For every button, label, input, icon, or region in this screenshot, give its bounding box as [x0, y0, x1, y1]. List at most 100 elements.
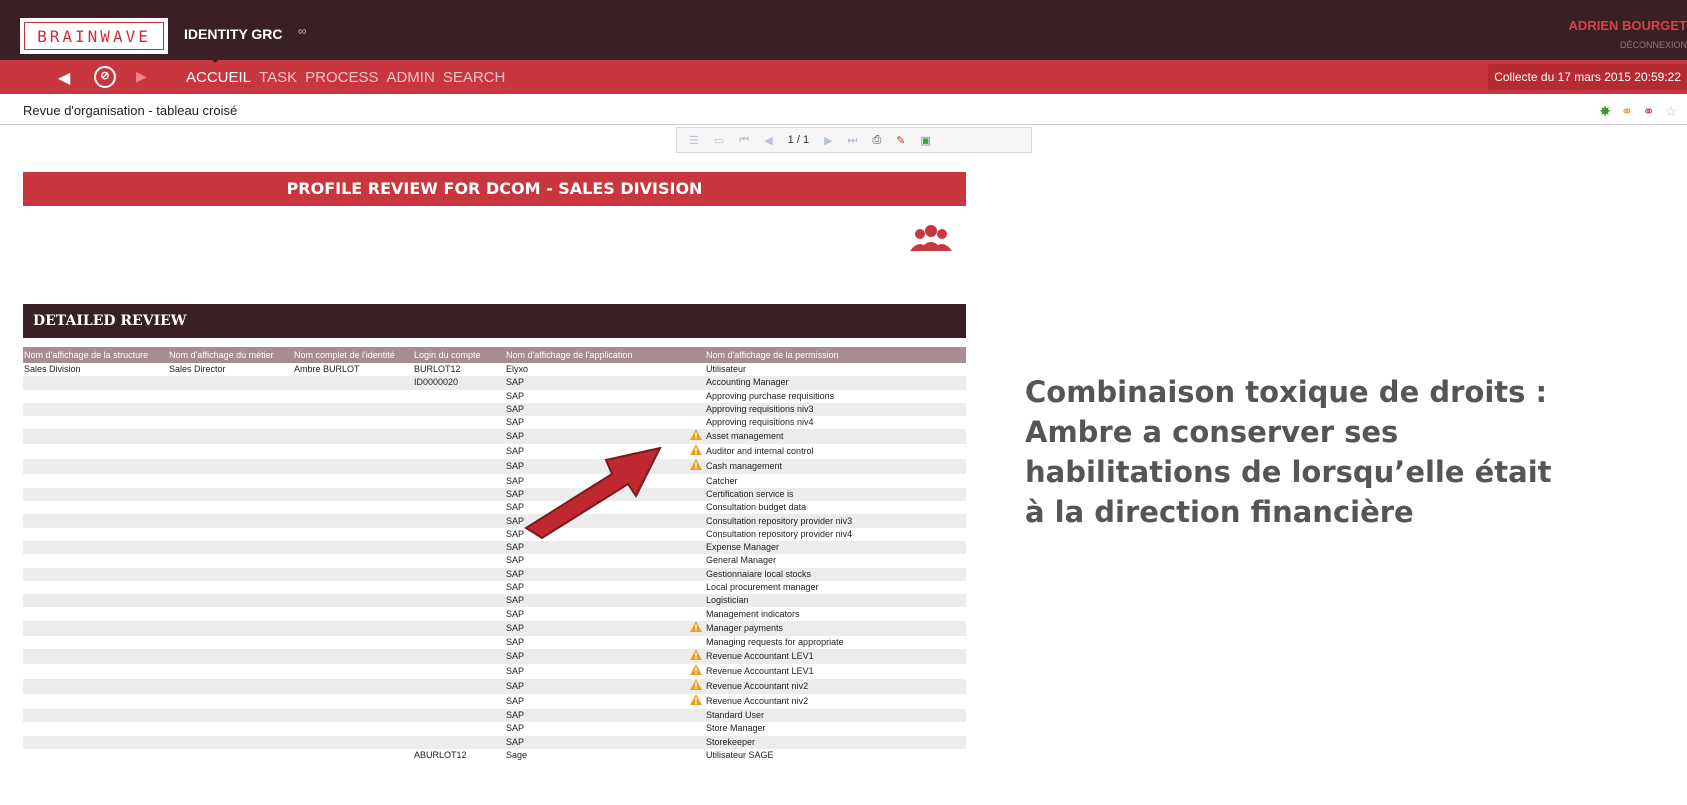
cell-application: SAP: [505, 679, 685, 695]
cell-login: [413, 487, 505, 502]
cell-structure: [23, 709, 168, 723]
table-row[interactable]: SAP General Manager: [23, 554, 966, 567]
cell-metier: [168, 567, 293, 581]
table-row[interactable]: SAP Manager payments: [23, 620, 966, 636]
table-row[interactable]: SAP Revenue Accountant LEV1: [23, 649, 966, 665]
nav-item-search[interactable]: SEARCH: [443, 69, 506, 86]
table-row[interactable]: SAP Expense Manager: [23, 540, 966, 555]
table-row[interactable]: SAP Logistician: [23, 594, 966, 608]
cell-warning: [685, 620, 705, 636]
export-icon[interactable]: ▣: [920, 134, 930, 147]
table-row[interactable]: SAP Asset management: [23, 429, 966, 445]
brainwave-logo[interactable]: BRAINWAVE: [20, 18, 168, 54]
nav-item-task[interactable]: TASK: [259, 69, 297, 86]
cell-structure: [23, 390, 168, 403]
cell-permission: Consultation budget data: [706, 502, 807, 513]
cell-identite: [293, 567, 413, 581]
nav-item-process[interactable]: PROCESS: [305, 69, 378, 86]
cell-identite: [293, 594, 413, 608]
cell-login: ABURLOT12: [414, 750, 467, 761]
cell-structure: [23, 735, 168, 749]
cell-login: [413, 649, 505, 665]
back-arrow-icon[interactable]: ◀: [58, 68, 70, 88]
cell-structure: [23, 664, 168, 679]
col-metier[interactable]: Nom d'affichage du métier: [168, 347, 293, 363]
print-icon[interactable]: ⎙: [872, 134, 881, 147]
col-structure[interactable]: Nom d'affichage de la structure: [23, 347, 168, 363]
cell-identite: [293, 554, 413, 567]
table-row[interactable]: SAP Auditor and internal control: [23, 444, 966, 459]
cell-permission: Consultation repository provider niv3: [705, 514, 966, 528]
cell-permission: Local procurement manager: [706, 582, 819, 592]
cell-structure: [23, 416, 168, 429]
prev-page-icon[interactable]: ◀: [764, 134, 772, 147]
cell-structure: [23, 514, 168, 528]
callout-line: habilitations de lorsqu’elle était: [1025, 455, 1552, 489]
table-row[interactable]: SAP Approving requisitions niv4: [23, 416, 966, 429]
toc-icon[interactable]: ☰: [689, 134, 699, 147]
table-row[interactable]: SAP Cash management: [23, 459, 966, 475]
cell-structure: [23, 528, 168, 541]
cell-application: SAP: [506, 666, 525, 677]
nav-item-admin[interactable]: ADMIN: [386, 69, 434, 86]
collect-date-badge[interactable]: Collecte du 17 mars 2015 20:59:22: [1488, 64, 1687, 90]
cell-application: SAP: [505, 376, 685, 390]
cell-permission: Expense Manager: [705, 540, 966, 555]
table-row[interactable]: SAP Storekeeper: [23, 735, 966, 749]
logout-link[interactable]: DÉCONNEXION: [1620, 40, 1687, 50]
forward-arrow-icon[interactable]: ▶: [136, 68, 147, 85]
table-row[interactable]: SAP Revenue Accountant niv2: [23, 694, 966, 709]
pdf-icon[interactable]: ✎: [896, 134, 905, 147]
table-row[interactable]: SAP Certification service is: [23, 487, 966, 502]
table-row[interactable]: SAP Catcher: [23, 474, 966, 487]
cell-permission: Asset management: [705, 429, 966, 445]
cell-application: SAP: [505, 735, 685, 749]
cell-warning: [685, 416, 705, 429]
cell-permission: General Manager: [706, 555, 777, 566]
cell-structure: [23, 554, 168, 567]
warning-icon: [689, 444, 702, 456]
table-row[interactable]: SAP Approving purchase requisitions: [23, 390, 966, 403]
col-identite[interactable]: Nom complet de l'identité: [293, 347, 413, 363]
unlink-icon[interactable]: ⚭: [1643, 103, 1655, 120]
table-row[interactable]: SAP Store Manager: [23, 722, 966, 735]
table-row[interactable]: SAP Approving requisitions niv3: [23, 402, 966, 417]
table-row[interactable]: SAP Consultation budget data: [23, 501, 966, 514]
table-row[interactable]: SAP Local procurement manager: [23, 581, 966, 594]
cell-login: [413, 664, 505, 679]
cell-warning: [685, 528, 705, 541]
table-row[interactable]: ID0000020 SAP Accounting Manager: [23, 376, 966, 390]
params-icon[interactable]: ▭: [714, 134, 724, 147]
cell-metier: Sales Director: [169, 364, 226, 375]
table-row[interactable]: Sales Division Sales Director Ambre BURLOT…: [23, 363, 966, 376]
next-page-icon[interactable]: ▶: [824, 134, 832, 147]
cell-structure: [23, 594, 168, 608]
star-icon[interactable]: ☆: [1664, 103, 1677, 120]
table-row[interactable]: SAP Standard User: [23, 709, 966, 723]
table-row[interactable]: SAP Gestionnaiare local stocks: [23, 567, 966, 581]
first-page-icon[interactable]: ⏮: [739, 134, 749, 147]
last-page-icon[interactable]: ⏭: [848, 134, 858, 147]
cell-metier: [168, 722, 293, 735]
table-row[interactable]: SAP Consultation repository provider niv3: [23, 514, 966, 528]
cell-warning: [685, 722, 705, 735]
table-row[interactable]: ABURLOT12 Sage Utilisateur SAGE: [23, 749, 966, 762]
col-login[interactable]: Login du compte: [413, 347, 505, 363]
table-row[interactable]: SAP Managing requests for appropriate: [23, 636, 966, 649]
compass-icon[interactable]: ⊘: [94, 66, 116, 88]
table-row[interactable]: SAP Revenue Accountant LEV1: [23, 664, 966, 679]
user-name[interactable]: ADRIEN BOURGET: [1569, 18, 1687, 33]
cell-metier: [168, 514, 293, 528]
cell-identite: [293, 528, 413, 541]
link-icon[interactable]: ⚭: [1621, 103, 1633, 120]
cell-structure: [23, 376, 168, 390]
tree-icon[interactable]: ✸: [1599, 103, 1611, 120]
nav-item-accueil[interactable]: ACCUEIL: [186, 69, 251, 86]
table-row[interactable]: SAP Management indicators: [23, 607, 966, 620]
col-permission[interactable]: Nom d'affichage de la permission: [705, 347, 966, 363]
cell-metier: [168, 528, 293, 541]
table-row[interactable]: SAP Revenue Accountant niv2: [23, 679, 966, 695]
table-row[interactable]: SAP Consultation repository provider niv4: [23, 528, 966, 541]
col-application[interactable]: Nom d'affichage de l'application: [505, 347, 685, 363]
cell-login: [413, 735, 505, 749]
